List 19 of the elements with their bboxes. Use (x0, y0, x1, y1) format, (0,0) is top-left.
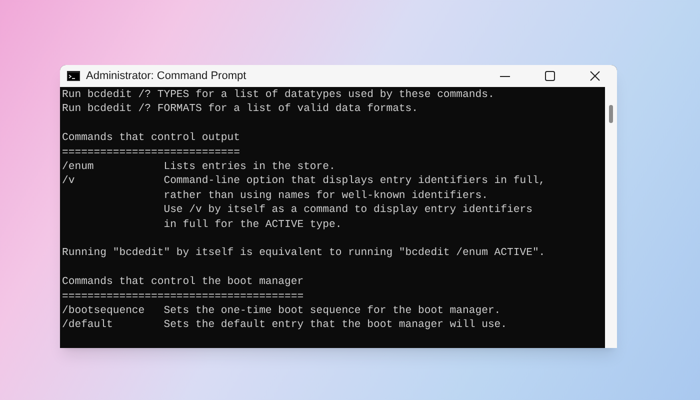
maximize-icon (544, 71, 554, 81)
console-line: /v Command-line option that displays entry identifiers in full, (62, 174, 546, 189)
console-line: in full for the ACTIVE type. (162, 218, 342, 232)
console-line: /enum Lists entries in the store. (62, 160, 336, 174)
console-line: Commands that control output (62, 131, 240, 146)
console-line: ============================ (62, 146, 240, 160)
window-title: Administrator: Command Prompt (86, 68, 246, 84)
console-line: Run bcdedit /? TYPES for a list of datatypes used by these commands. (62, 88, 494, 102)
close-icon (590, 71, 600, 81)
console-line: Running "bcdedit" by itself is equivalent to running "bcdedit /enum ACTIVE". (62, 246, 546, 261)
console-line: Run bcdedit /? FORMATS for a list of valid data formats. (62, 102, 418, 117)
console-icon (67, 71, 80, 81)
console-line: ====================================== (62, 290, 304, 304)
console-line: rather than using names for well-known identifiers. (162, 188, 488, 204)
console-line: Commands that control the boot manager (62, 275, 304, 290)
console-line: /bootsequence Sets the one-time boot sequence for the boot manager. (62, 304, 501, 318)
scrollbar-thumb[interactable] (609, 105, 613, 123)
console-line: /default Sets the default entry that the boot manager will use. (62, 318, 508, 333)
console-line: Use /v by itself as a command to display entry identifiers (162, 203, 532, 218)
